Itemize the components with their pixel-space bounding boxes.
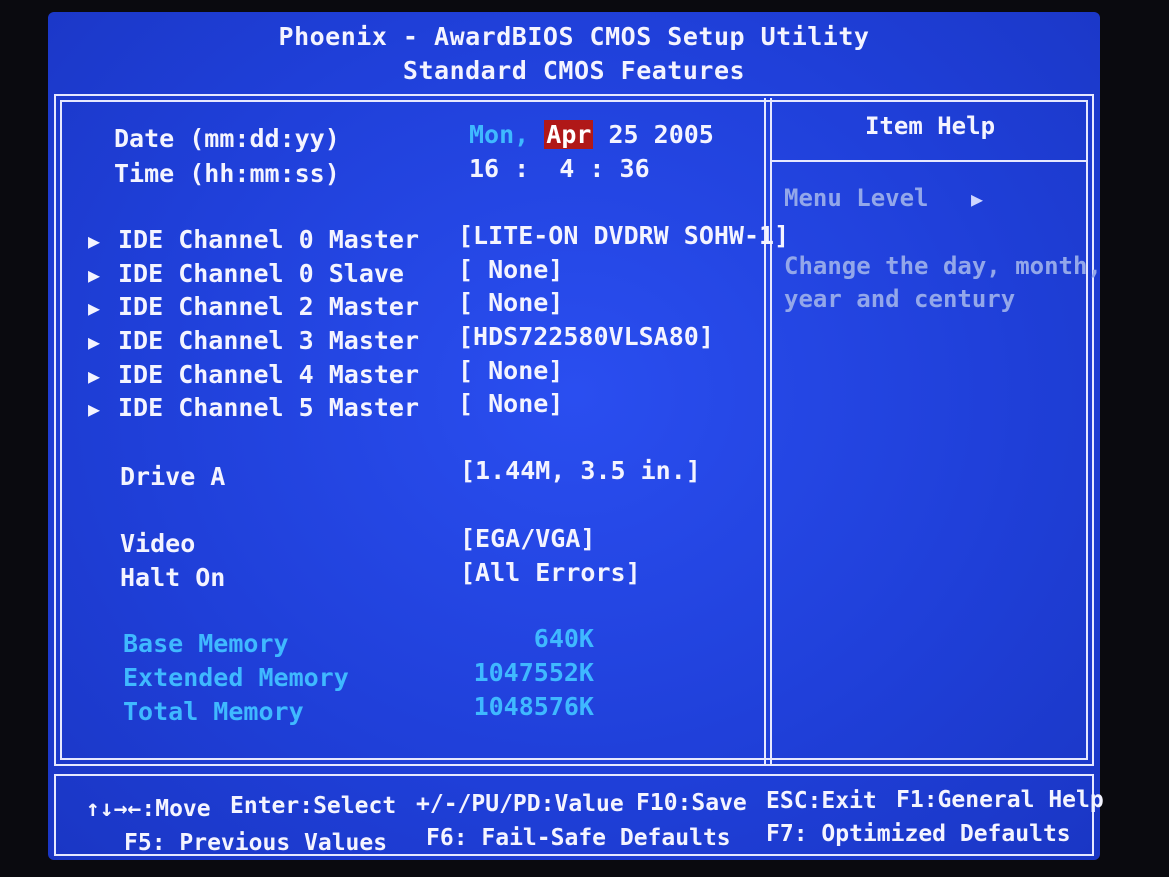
submenu-arrow-icon: ▶ <box>88 296 101 320</box>
ide-channel-value: [ None] <box>458 356 564 385</box>
item-help-title: Item Help <box>864 112 996 140</box>
panel-divider <box>764 98 772 766</box>
submenu-arrow-icon: ▶ <box>88 263 101 287</box>
key-help: F1:General Help <box>896 787 1104 813</box>
key-exit: ESC:Exit <box>766 788 877 814</box>
date-day-year[interactable]: 25 2005 <box>609 120 714 149</box>
date-label: Date (mm:dd:yy) <box>114 124 340 153</box>
base-memory-value: 640K <box>533 624 594 653</box>
submenu-arrow-icon: ▶ <box>88 330 101 354</box>
key-previous-values: F5: Previous Values <box>124 830 388 856</box>
drive-a-label: Drive A <box>120 462 226 491</box>
drive-a-value: [1.44M, 3.5 in.] <box>460 456 701 485</box>
date-day-name: Mon, <box>469 120 530 149</box>
ide-channel-label: IDE Channel 0 Slave <box>118 259 404 288</box>
date-month-field[interactable]: Apr <box>544 120 594 149</box>
video-value: [EGA/VGA] <box>460 524 596 553</box>
ide-channel-label: IDE Channel 0 Master <box>118 225 420 254</box>
submenu-arrow-icon: ▶ <box>88 364 101 388</box>
key-enter: Enter:Select <box>230 793 397 819</box>
key-save: F10:Save <box>636 790 747 816</box>
base-memory-label: Base Memory <box>123 629 289 658</box>
submenu-arrow-icon: ▶ <box>88 397 101 421</box>
halt-on-label: Halt On <box>120 563 226 592</box>
ide-channel-label: IDE Channel 2 Master <box>118 292 420 321</box>
ide-channel-value: [LITE-ON DVDRW SOHW-1] <box>458 221 790 250</box>
page-title: Standard CMOS Features <box>402 56 746 85</box>
time-value[interactable]: 16 : 4 : 36 <box>469 154 650 183</box>
key-move: ↑↓→←:Move <box>86 796 211 822</box>
extended-memory-label: Extended Memory <box>123 663 349 692</box>
key-value: +/-/PU/PD:Value <box>416 791 624 817</box>
bios-screen: Phoenix - AwardBIOS CMOS Setup Utility S… <box>48 12 1104 860</box>
submenu-arrow-icon: ▶ <box>88 229 101 253</box>
ide-channel-value: [ None] <box>458 288 564 317</box>
key-optimized-defaults: F7: Optimized Defaults <box>766 821 1071 847</box>
help-text-line-1: Change the day, month, <box>784 252 1102 280</box>
menu-level-arrow-icon: ▶ <box>970 187 983 211</box>
ide-channel-value: [ None] <box>458 255 564 284</box>
ide-channel-label: IDE Channel 3 Master <box>118 326 420 355</box>
total-memory-label: Total Memory <box>123 697 304 726</box>
key-fail-safe-defaults: F6: Fail-Safe Defaults <box>426 825 731 851</box>
help-separator <box>770 160 1088 162</box>
menu-level-label: Menu Level ▶ <box>784 184 983 212</box>
ide-channel-value: [HDS722580VLSA80] <box>458 322 714 351</box>
ide-channel-value: [ None] <box>458 389 564 418</box>
help-text-line-2: year and century <box>784 285 1016 313</box>
total-memory-value: 1048576K <box>473 692 594 721</box>
video-label: Video <box>120 529 196 558</box>
ide-channel-label: IDE Channel 4 Master <box>118 360 420 389</box>
ide-channel-label: IDE Channel 5 Master <box>118 393 420 422</box>
extended-memory-value: 1047552K <box>473 658 594 687</box>
menu-level-text: Menu Level <box>784 184 929 212</box>
app-title: Phoenix - AwardBIOS CMOS Setup Utility <box>278 22 870 51</box>
halt-on-value: [All Errors] <box>460 558 641 587</box>
date-value[interactable]: Mon, Apr 25 2005 <box>469 120 714 149</box>
time-label: Time (hh:mm:ss) <box>114 159 340 188</box>
